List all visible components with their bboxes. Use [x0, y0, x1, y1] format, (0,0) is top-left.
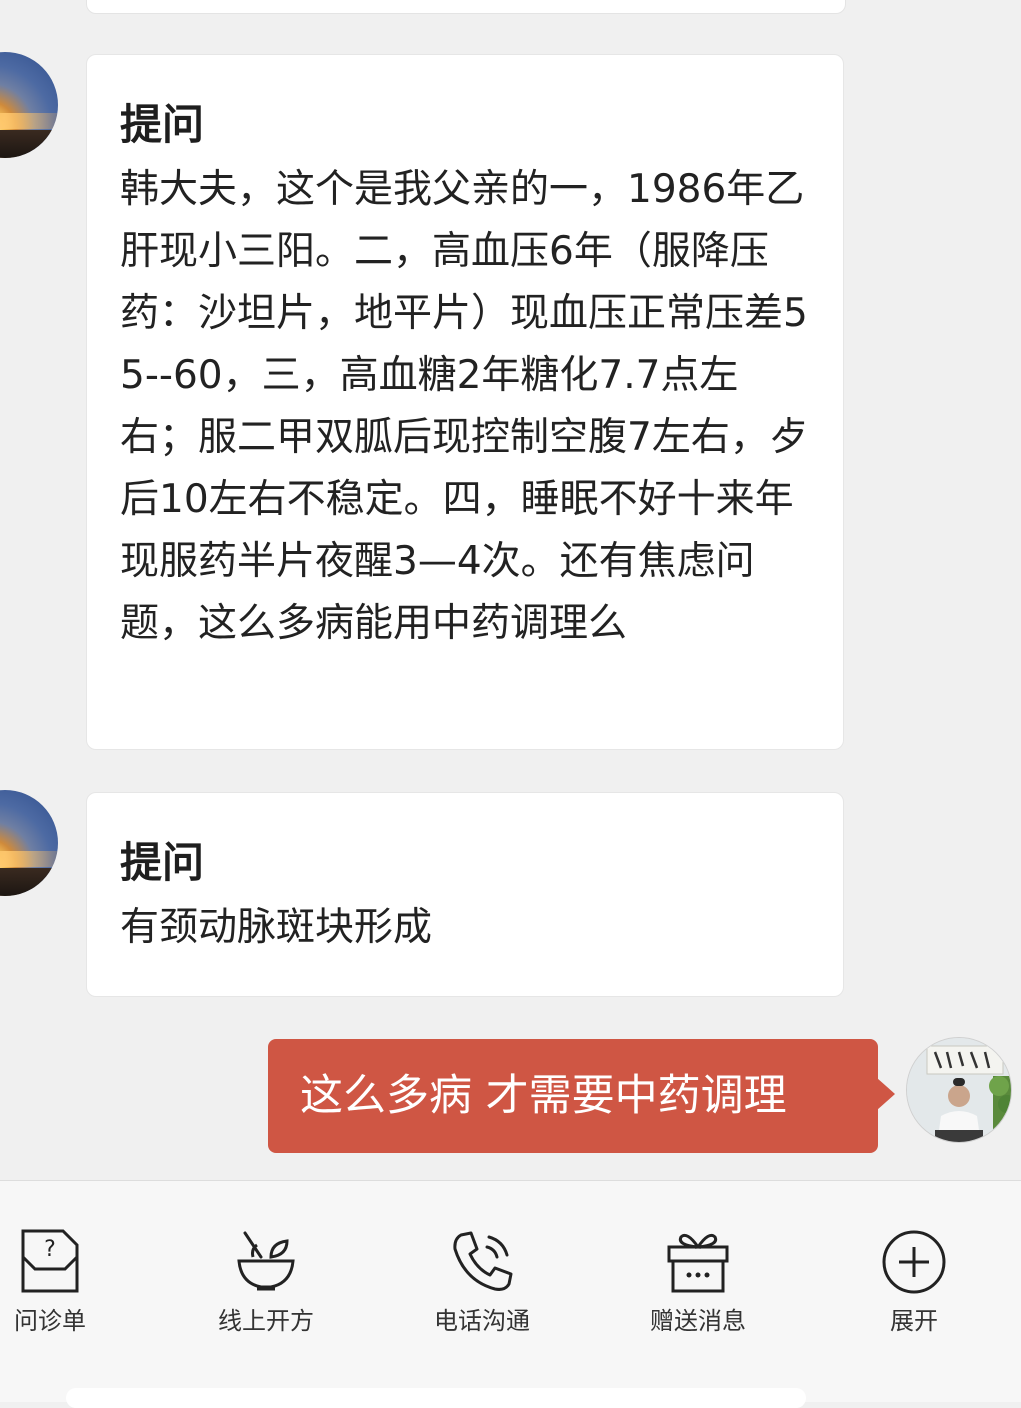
patient-avatar[interactable]: [0, 52, 58, 158]
online-prescription-label: 线上开方: [218, 1307, 314, 1335]
phone-icon: [453, 1231, 513, 1291]
svg-text:?: ?: [44, 1237, 56, 1262]
doctor-reply-bubble: 这么多病 才需要中药调理: [268, 1039, 878, 1153]
doctor-avatar[interactable]: [906, 1037, 1012, 1143]
patient-avatar[interactable]: [0, 790, 58, 896]
question-title: 提问: [120, 100, 205, 149]
question-bubble: 提问 有颈动脉斑块形成: [86, 792, 844, 997]
expand-button[interactable]: 展开: [834, 1227, 994, 1337]
phone-call-button[interactable]: 电话沟通: [402, 1227, 562, 1337]
inquiry-form-label: 问诊单: [14, 1307, 86, 1335]
gift-message-button[interactable]: 赠送消息: [618, 1227, 778, 1337]
question-text: 韩大夫，这个是我父亲的一，1986年乙肝现小三阳。二，高血压6年（服降压药：沙坦…: [120, 167, 808, 646]
inquiry-form-icon: ?: [21, 1229, 79, 1293]
question-bubble: 提问 韩大夫，这个是我父亲的一，1986年乙肝现小三阳。二，高血压6年（服降压药…: [86, 54, 844, 750]
phone-call-label: 电话沟通: [434, 1307, 530, 1335]
expand-label: 展开: [890, 1307, 938, 1335]
bottom-toolbar: ? 问诊单 线上开方 电话沟通 赠送消息 展开: [0, 1180, 1021, 1402]
gift-message-label: 赠送消息: [650, 1307, 746, 1335]
question-text: 有颈动脉斑块形成: [120, 905, 433, 950]
question-title: 提问: [120, 838, 205, 887]
reply-bubble-tail: [877, 1078, 895, 1110]
gift-icon: [667, 1233, 729, 1293]
previous-message-bubble: [86, 0, 846, 14]
herbal-bowl-icon: [237, 1231, 295, 1291]
plus-circle-icon: [882, 1230, 946, 1294]
online-prescription-button[interactable]: 线上开方: [186, 1227, 346, 1337]
inquiry-form-button[interactable]: ? 问诊单: [0, 1227, 130, 1337]
input-bar-edge: [66, 1388, 806, 1408]
